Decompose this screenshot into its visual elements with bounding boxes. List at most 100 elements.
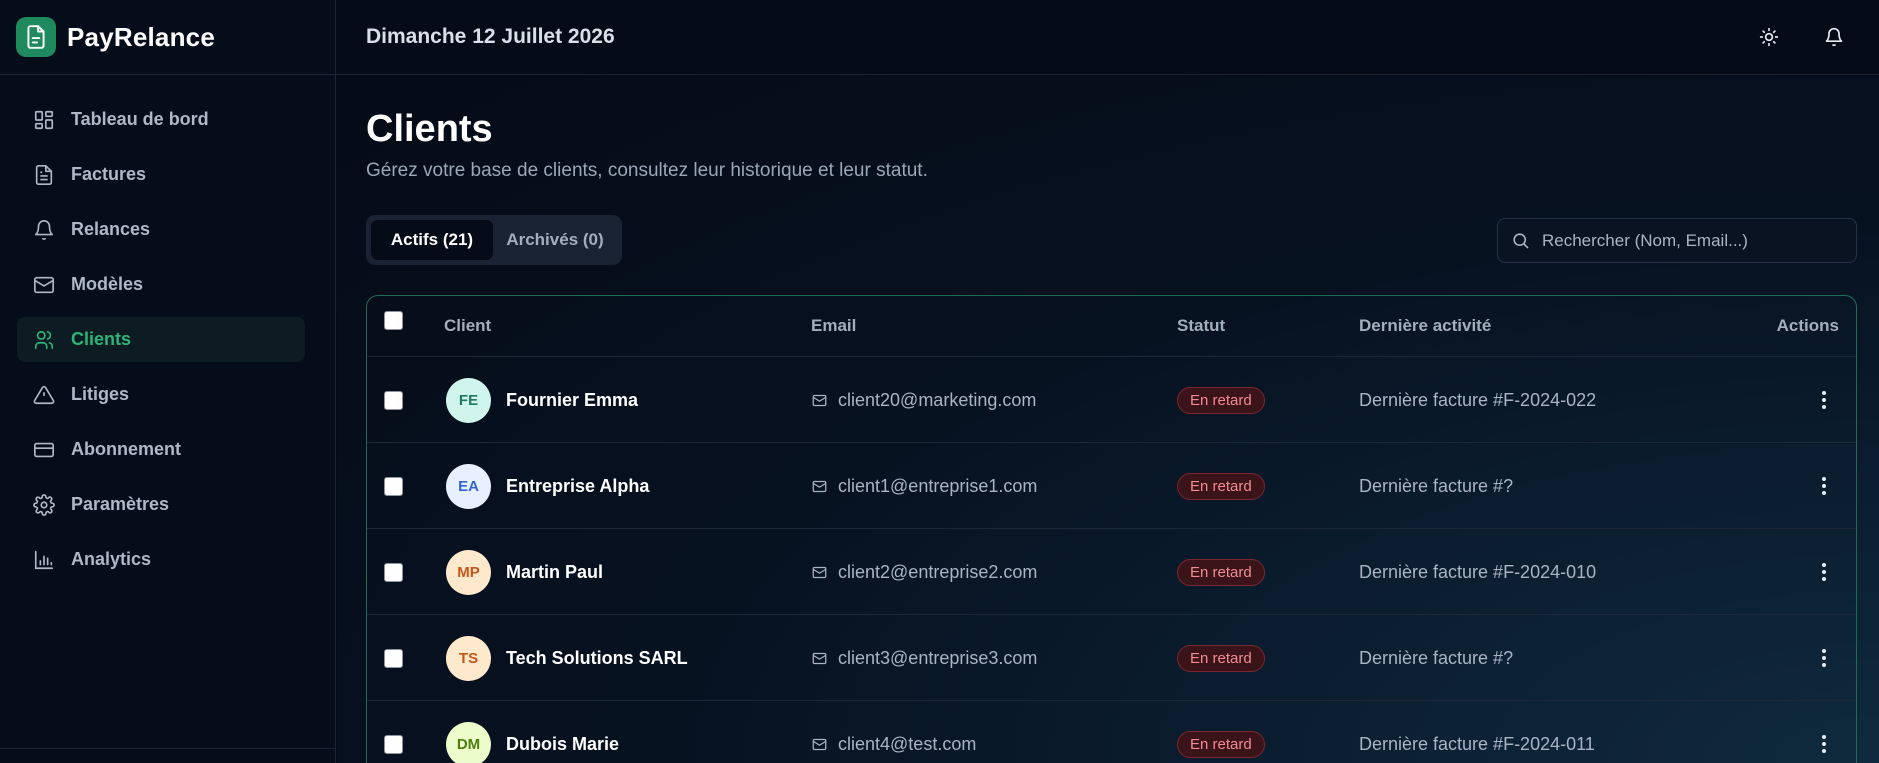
client-cell: TS Tech Solutions SARL bbox=[446, 615, 688, 701]
sidebar-item-label: Paramètres bbox=[71, 494, 170, 514]
mail-icon bbox=[812, 737, 827, 752]
brand[interactable]: PayRelance bbox=[0, 0, 335, 75]
alert-triangle-icon bbox=[31, 382, 57, 408]
theme-toggle-sun-icon[interactable] bbox=[1756, 24, 1782, 50]
search-input[interactable] bbox=[1542, 230, 1842, 251]
row-actions bbox=[1814, 529, 1834, 615]
mail-icon bbox=[812, 393, 827, 408]
client-name[interactable]: Dubois Marie bbox=[506, 734, 619, 755]
activity-cell: Dernière facture #F-2024-011 bbox=[1359, 701, 1595, 763]
row-actions bbox=[1814, 615, 1834, 701]
tab-archived-clients[interactable]: Archivés (0) bbox=[493, 220, 617, 260]
gear-icon bbox=[31, 492, 57, 518]
search-icon bbox=[1511, 231, 1530, 250]
last-activity: Dernière facture #F-2024-010 bbox=[1359, 561, 1597, 582]
mail-icon bbox=[812, 479, 827, 494]
status-badge: En retard bbox=[1177, 644, 1265, 672]
sidebar-item-label: Litiges bbox=[71, 384, 130, 404]
table-row[interactable]: EA Entreprise Alpha client1@entreprise1.… bbox=[367, 443, 1856, 529]
status-badge: En retard bbox=[1177, 386, 1265, 414]
more-vertical-icon[interactable] bbox=[1814, 387, 1834, 413]
sidebar-item-invoices[interactable]: Factures bbox=[17, 152, 305, 197]
email-cell: client1@entreprise1.com bbox=[812, 443, 1037, 529]
table-row[interactable]: TS Tech Solutions SARL client3@entrepris… bbox=[367, 615, 1856, 701]
row-checkbox[interactable] bbox=[384, 701, 403, 763]
client-cell: FE Fournier Emma bbox=[446, 357, 638, 443]
sidebar-item-settings[interactable]: Paramètres bbox=[17, 482, 305, 527]
activity-cell: Dernière facture #F-2024-010 bbox=[1359, 529, 1596, 615]
client-email: client20@marketing.com bbox=[838, 389, 1037, 410]
client-name[interactable]: Entreprise Alpha bbox=[506, 476, 649, 497]
sidebar-item-disputes[interactable]: Litiges bbox=[17, 372, 305, 417]
dashboard-icon bbox=[31, 107, 57, 133]
table-row[interactable]: MP Martin Paul client2@entreprise2.com E… bbox=[367, 529, 1856, 615]
credit-card-icon bbox=[31, 437, 57, 463]
last-activity: Dernière facture #F-2024-022 bbox=[1359, 389, 1597, 410]
column-header-status[interactable]: Statut bbox=[1177, 316, 1225, 336]
column-header-activity[interactable]: Dernière activité bbox=[1359, 316, 1491, 336]
column-header-actions: Actions bbox=[1776, 316, 1839, 335]
topbar: Dimanche 12 Juillet 2026 bbox=[336, 0, 1879, 75]
client-name[interactable]: Tech Solutions SARL bbox=[506, 648, 688, 669]
avatar: DM bbox=[446, 721, 491, 763]
client-name[interactable]: Fournier Emma bbox=[506, 390, 638, 411]
table-header: Client Email Statut Dernière activité Ac… bbox=[367, 296, 1856, 357]
sidebar-item-reminders[interactable]: Relances bbox=[17, 207, 305, 252]
table-row[interactable]: FE Fournier Emma client20@marketing.com … bbox=[367, 357, 1856, 443]
sidebar-item-label: Modèles bbox=[71, 274, 144, 294]
sidebar-item-label: Clients bbox=[71, 329, 132, 349]
activity-cell: Dernière facture #? bbox=[1359, 443, 1513, 529]
avatar: FE bbox=[446, 377, 491, 423]
tab-active-clients[interactable]: Actifs (21) bbox=[371, 220, 493, 260]
status-badge: En retard bbox=[1177, 730, 1265, 758]
row-checkbox[interactable] bbox=[384, 529, 403, 615]
mail-icon bbox=[31, 272, 57, 298]
current-date: Dimanche 12 Juillet 2026 bbox=[366, 25, 615, 48]
status-cell: En retard bbox=[1177, 443, 1265, 529]
page-subtitle: Gérez votre base de clients, consultez l… bbox=[366, 160, 928, 181]
activity-cell: Dernière facture #? bbox=[1359, 615, 1513, 701]
select-all-checkbox[interactable] bbox=[384, 311, 403, 330]
more-vertical-icon[interactable] bbox=[1814, 731, 1834, 757]
avatar: TS bbox=[446, 635, 491, 681]
row-checkbox[interactable] bbox=[384, 615, 403, 701]
column-header-email[interactable]: Email bbox=[811, 316, 856, 336]
row-checkbox[interactable] bbox=[384, 443, 403, 529]
email-cell: client20@marketing.com bbox=[812, 357, 1036, 443]
last-activity: Dernière facture #? bbox=[1359, 647, 1514, 668]
sidebar-item-templates[interactable]: Modèles bbox=[17, 262, 305, 307]
row-actions bbox=[1814, 443, 1834, 529]
sidebar-item-clients[interactable]: Clients bbox=[17, 317, 305, 362]
page-title: Clients bbox=[366, 108, 493, 150]
activity-cell: Dernière facture #F-2024-022 bbox=[1359, 357, 1596, 443]
row-checkbox[interactable] bbox=[384, 357, 403, 443]
clients-table: Client Email Statut Dernière activité Ac… bbox=[366, 295, 1857, 763]
avatar: MP bbox=[446, 549, 491, 595]
more-vertical-icon[interactable] bbox=[1814, 473, 1834, 499]
column-header-client[interactable]: Client bbox=[444, 316, 491, 336]
notifications-bell-icon[interactable] bbox=[1821, 24, 1847, 50]
sidebar-item-analytics[interactable]: Analytics bbox=[17, 537, 305, 582]
status-badge: En retard bbox=[1177, 558, 1265, 586]
app-logo-icon bbox=[16, 17, 56, 57]
email-cell: client3@entreprise3.com bbox=[812, 615, 1037, 701]
table-row[interactable]: DM Dubois Marie client4@test.com En reta… bbox=[367, 701, 1856, 763]
status-badge: En retard bbox=[1177, 472, 1265, 500]
search-box bbox=[1497, 218, 1857, 263]
status-cell: En retard bbox=[1177, 701, 1265, 763]
status-cell: En retard bbox=[1177, 615, 1265, 701]
client-email: client4@test.com bbox=[838, 733, 977, 754]
sidebar-item-subscription[interactable]: Abonnement bbox=[17, 427, 305, 472]
file-text-icon bbox=[31, 162, 57, 188]
more-vertical-icon[interactable] bbox=[1814, 559, 1834, 585]
mail-icon bbox=[812, 651, 827, 666]
client-name[interactable]: Martin Paul bbox=[506, 562, 603, 583]
client-tabs: Actifs (21) Archivés (0) bbox=[366, 215, 622, 265]
users-icon bbox=[31, 327, 57, 353]
sidebar-item-dashboard[interactable]: Tableau de bord bbox=[17, 97, 305, 142]
client-email: client1@entreprise1.com bbox=[838, 475, 1038, 496]
sidebar-footer-divider bbox=[0, 748, 335, 749]
more-vertical-icon[interactable] bbox=[1814, 645, 1834, 671]
avatar: EA bbox=[446, 463, 491, 509]
row-actions bbox=[1814, 357, 1834, 443]
